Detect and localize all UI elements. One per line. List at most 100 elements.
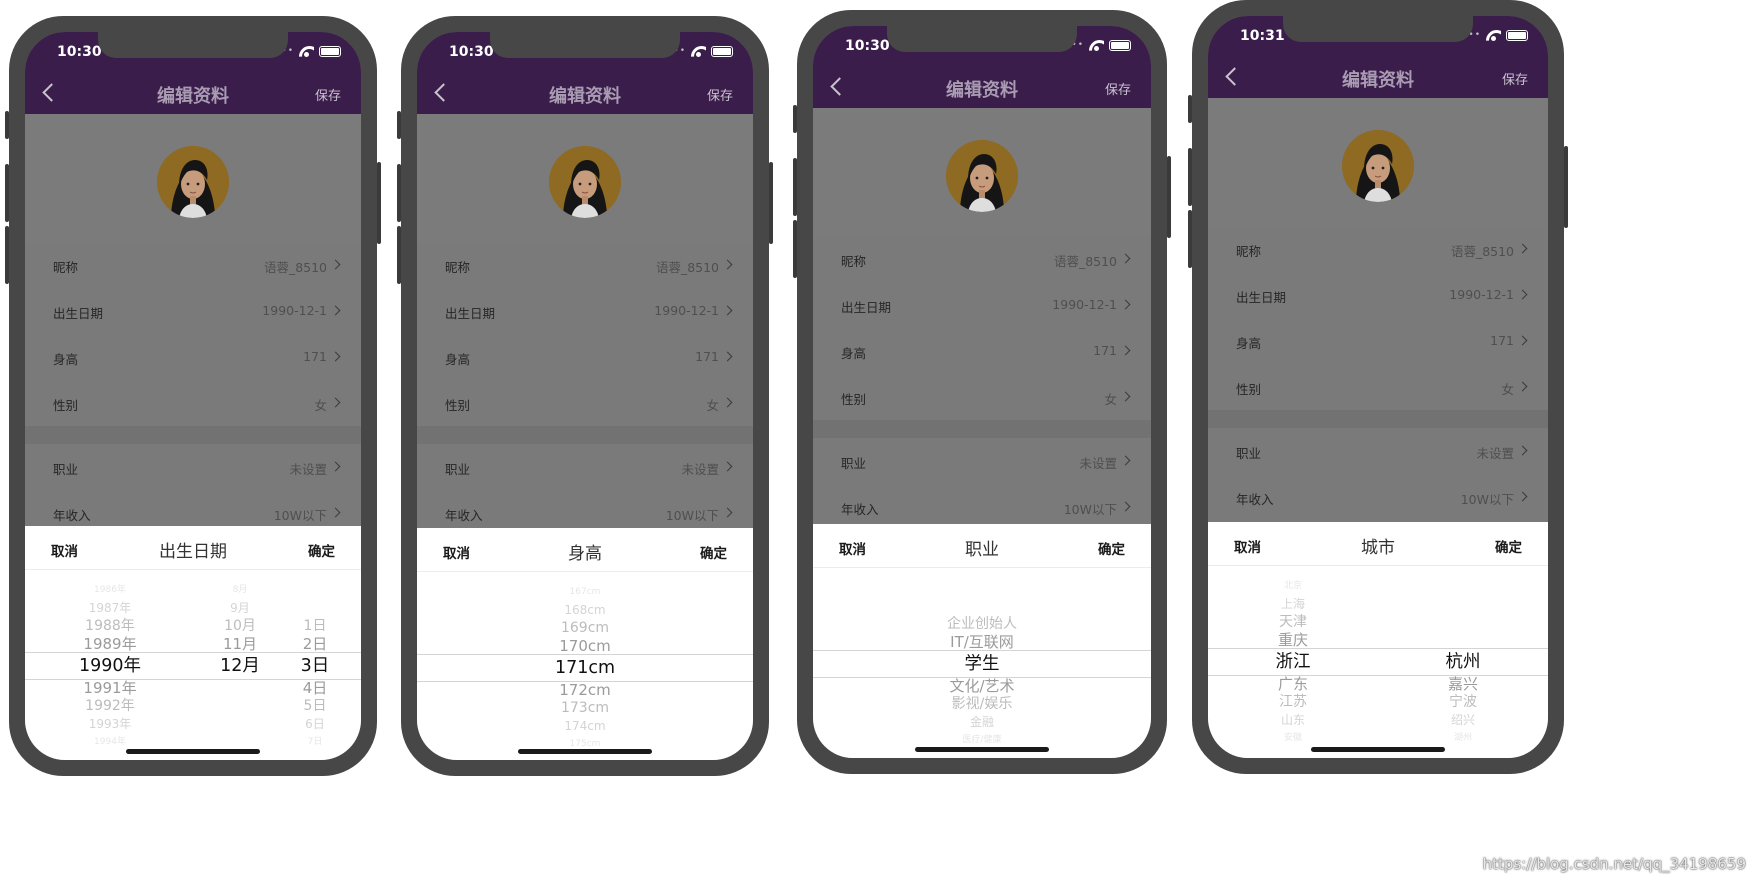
confirm-button[interactable]: 确定 (308, 540, 335, 560)
profile-row[interactable]: 职业 未设置 (813, 438, 1151, 484)
row-value: 10W以下 (665, 508, 719, 523)
home-indicator (1311, 747, 1445, 752)
row-label: 昵称 (445, 260, 471, 275)
picker-column[interactable]: 167cm 168cm 169cm 170cm 171cm 172cm 173cm 174cm… (417, 572, 753, 760)
picker-wheel[interactable]: 北京 上海 天津 重庆 浙江 广东 江苏 山东 安徽 杭州 嘉兴 宁波 绍兴 湖州 (1208, 566, 1548, 756)
row-label: 职业 (53, 462, 79, 477)
battery-icon (319, 45, 341, 57)
picker-option[interactable]: 湖州 (1413, 727, 1513, 749)
row-label: 性别 (53, 398, 79, 413)
profile-row[interactable]: 性别 女 (25, 380, 361, 426)
avatar[interactable] (157, 146, 229, 218)
picker-column[interactable]: 杭州 嘉兴 宁波 绍兴 湖州 (1413, 566, 1513, 756)
avatar[interactable] (549, 146, 621, 218)
row-label: 身高 (53, 352, 79, 367)
profile-row[interactable]: 昵称 语蓉_8510 (1208, 226, 1548, 272)
profile-row[interactable]: 性别 女 (813, 374, 1151, 420)
chevron-right-icon (722, 305, 733, 316)
phone-frame: 10:30••••编辑资料保存昵称语蓉_8510出生日期1990-12-1身高1… (397, 16, 773, 776)
picker-option[interactable]: 12月 (185, 655, 295, 677)
picker-option[interactable]: 安徽 (1248, 727, 1338, 749)
picker-option[interactable]: 7日 (280, 731, 350, 753)
nav-bar: 编辑资料 保存 (417, 72, 753, 114)
status-time: 10:31 (1240, 28, 1285, 44)
row-value: 1990-12-1 (262, 303, 327, 318)
row-label: 职业 (841, 456, 867, 471)
profile-row[interactable]: 出生日期 1990-12-1 (1208, 272, 1548, 318)
profile-row[interactable]: 昵称 语蓉_8510 (25, 242, 361, 288)
row-value: 171 (695, 349, 719, 364)
chevron-right-icon (1120, 455, 1131, 466)
save-button[interactable]: 保存 (1105, 79, 1131, 98)
profile-row[interactable]: 出生日期 1990-12-1 (417, 288, 753, 334)
profile-row[interactable]: 职业 未设置 (1208, 428, 1548, 474)
confirm-button[interactable]: 确定 (1495, 536, 1522, 556)
row-label: 职业 (1236, 446, 1262, 461)
picker-option[interactable]: 3日 (280, 655, 350, 677)
profile-row[interactable]: 身高 171 (25, 334, 361, 380)
profile-row[interactable]: 身高 171 (813, 328, 1151, 374)
avatar[interactable] (946, 140, 1018, 212)
avatar[interactable] (1342, 130, 1414, 202)
picker-option[interactable]: 重庆 (1248, 629, 1338, 651)
page-title: 编辑资料 (549, 86, 621, 107)
page-title: 编辑资料 (1342, 70, 1414, 91)
row-label: 身高 (445, 352, 471, 367)
profile-row[interactable]: 出生日期 1990-12-1 (813, 282, 1151, 328)
picker-column[interactable]: 北京 上海 天津 重庆 浙江 广东 江苏 山东 安徽 (1248, 566, 1338, 756)
picker-column[interactable]: 企业创始人 IT/互联网 学生 文化/艺术 影视/娱乐 金融 医疗/健康 (813, 568, 1151, 758)
picker-option[interactable]: 11月 (185, 633, 295, 655)
picker-option[interactable]: 1990年 (55, 655, 165, 677)
save-button[interactable]: 保存 (315, 85, 341, 104)
confirm-button[interactable]: 确定 (700, 542, 727, 562)
row-value: 女 (314, 398, 327, 413)
row-label: 出生日期 (841, 300, 892, 315)
profile-row[interactable]: 身高 171 (417, 334, 753, 380)
profile-row[interactable]: 身高 171 (1208, 318, 1548, 364)
profile-row[interactable]: 昵称 语蓉_8510 (417, 242, 753, 288)
picker-wheel[interactable]: 企业创始人 IT/互联网 学生 文化/艺术 影视/娱乐 金融 医疗/健康 (813, 568, 1151, 758)
row-value: 未设置 (681, 462, 719, 477)
profile-row[interactable]: 出生日期 1990-12-1 (25, 288, 361, 334)
row-label: 身高 (1236, 336, 1262, 351)
picker-column[interactable]: 8月 9月 10月 11月 12月 (185, 570, 295, 760)
profile-row[interactable]: 职业 未设置 (25, 444, 361, 490)
picker-sheet: 取消 城市 确定 北京 上海 天津 重庆 浙江 广东 江苏 山东 安徽 杭州 嘉兴 宁波 绍兴 湖州 (1208, 522, 1548, 758)
picker-wheel[interactable]: 167cm 168cm 169cm 170cm 171cm 172cm 173cm 174cm… (417, 572, 753, 760)
picker-sheet: 取消 职业 确定 企业创始人 IT/互联网 学生 文化/艺术 影视/娱乐 金融 医疗/健康 (813, 524, 1151, 758)
row-label: 昵称 (1236, 244, 1262, 259)
profile-row[interactable]: 昵称 语蓉_8510 (813, 236, 1151, 282)
phone-side-button (1188, 95, 1192, 123)
save-button[interactable]: 保存 (707, 85, 733, 104)
picker-column[interactable]: 1日 2日 3日 4日 5日 6日 7日 (280, 570, 350, 760)
picker-option[interactable]: 学生 (813, 653, 1151, 675)
row-value: 语蓉_8510 (655, 260, 719, 275)
profile-row[interactable]: 性别 女 (1208, 364, 1548, 410)
phone-frame: 10:30••••编辑资料保存昵称语蓉_8510出生日期1990-12-1身高1… (5, 16, 381, 776)
profile-row[interactable]: 职业 未设置 (417, 444, 753, 490)
section-divider (813, 420, 1151, 438)
picker-option[interactable]: 171cm (417, 657, 753, 679)
page-title: 编辑资料 (946, 80, 1018, 101)
wifi-icon (299, 45, 314, 57)
row-value: 10W以下 (273, 508, 327, 523)
picker-toolbar: 取消 出生日期 确定 (25, 526, 361, 570)
profile-row[interactable]: 性别 女 (417, 380, 753, 426)
picker-option[interactable]: 170cm (417, 635, 753, 657)
picker-option[interactable]: 杭州 (1413, 651, 1513, 673)
phone-side-button (1564, 146, 1568, 228)
picker-column[interactable]: 1986年 1987年 1988年 1989年 1990年 1991年 1992年 1993年… (55, 570, 165, 760)
picker-option[interactable]: 浙江 (1248, 651, 1338, 673)
picker-option[interactable]: IT/互联网 (813, 631, 1151, 653)
save-button[interactable]: 保存 (1502, 69, 1528, 88)
picker-option[interactable]: 1989年 (55, 633, 165, 655)
confirm-button[interactable]: 确定 (1098, 538, 1125, 558)
home-indicator (518, 749, 652, 754)
picker-option[interactable]: 2日 (280, 633, 350, 655)
row-value: 1990-12-1 (1052, 297, 1117, 312)
row-label: 年收入 (1236, 492, 1274, 507)
profile-row[interactable]: 年收入 10W以下 (1208, 474, 1548, 520)
notch (1283, 16, 1473, 42)
picker-wheel[interactable]: 1986年 1987年 1988年 1989年 1990年 1991年 1992年 1993年… (25, 570, 361, 760)
phone-side-button (1188, 210, 1192, 268)
